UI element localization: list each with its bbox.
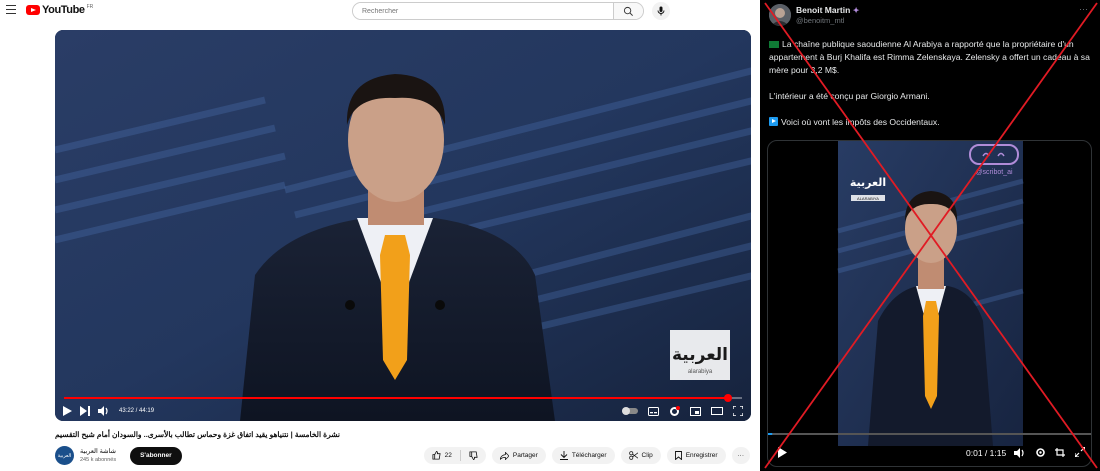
channel-name[interactable]: شاشة العربية (80, 447, 116, 456)
author-avatar[interactable] (769, 4, 791, 26)
paragraph-1-text: La chaîne publique saoudienne Al Arabiya… (769, 39, 1090, 75)
like-dislike-group: 22 (423, 447, 486, 464)
tweet-volume-icon[interactable] (1014, 448, 1025, 458)
tweet-progress-fill (768, 433, 773, 435)
theater-mode-icon[interactable] (711, 407, 723, 415)
thumbs-down-icon[interactable] (469, 451, 478, 460)
subscribe-button[interactable]: S'abonner (130, 446, 182, 465)
volume-icon (98, 406, 108, 416)
player-controls-right (622, 402, 743, 420)
subscriber-count: 245 k abonnés (80, 456, 117, 463)
progress-fill (64, 397, 728, 399)
download-icon (559, 451, 568, 460)
tweet-text: La chaîne publique saoudienne Al Arabiya… (769, 38, 1091, 142)
screenshot-root: YouTube FR Rechercher العربية alarabiya … (0, 0, 1100, 471)
youtube-masthead: YouTube FR (0, 0, 760, 24)
autoplay-toggle-icon[interactable] (622, 407, 638, 415)
tweet-video-time: 0:01 / 1:15 (966, 448, 1007, 458)
search-button[interactable] (613, 3, 643, 19)
youtube-wordmark: YouTube (42, 4, 85, 16)
tweet-video[interactable]: العربية ALARABIYA @scribot_ai 0:01 / 1:1… (767, 140, 1092, 467)
skip-next-icon (80, 406, 90, 416)
scrubber-handle[interactable] (723, 394, 732, 402)
share-icon (499, 451, 509, 460)
voice-search-button[interactable] (652, 2, 670, 20)
video-actions: 22 Partager Télécharger Clip Enregistrer (423, 447, 750, 464)
search-icon (623, 6, 633, 16)
microphone-icon (657, 6, 665, 16)
more-actions-button[interactable]: ··· (731, 447, 750, 464)
tweet-paragraph-3: Voici où vont les impôts des Occidentaux… (769, 116, 1091, 129)
alarabiya-watermark-main: العربية (672, 345, 728, 365)
thumbs-up-icon[interactable] (432, 451, 441, 460)
tweet-panel: Benoit Martin ✦ @benoitm_mtl ··· La chaî… (760, 0, 1100, 471)
bookmark-icon (674, 451, 682, 460)
tweet-paragraph-1: La chaîne publique saoudienne Al Arabiya… (769, 38, 1091, 77)
author-name-row[interactable]: Benoit Martin ✦ (796, 5, 859, 15)
like-count: 22 (444, 452, 452, 459)
saudi-flag-icon (769, 41, 779, 48)
clip-label: Clip (641, 452, 653, 459)
avatar-image (769, 4, 791, 26)
tweet-picture-in-picture-icon[interactable] (1055, 447, 1066, 458)
region-code: FR (86, 4, 94, 10)
author-handle[interactable]: @benoitm_mtl (796, 16, 844, 25)
share-button[interactable]: Partager (491, 447, 546, 464)
video-frame: العربية alarabiya (55, 30, 751, 421)
video-title: نشرة الخامسة | نتنياهو يقيد اتفاق غزة وح… (55, 430, 340, 439)
scribot-watermark: @scribot_ai (975, 169, 1013, 176)
menu-icon[interactable] (6, 5, 16, 14)
play-button[interactable] (63, 403, 72, 419)
channel-avatar[interactable]: العربية (55, 446, 74, 465)
download-label: Télécharger (571, 452, 607, 459)
fullscreen-icon[interactable] (733, 406, 743, 416)
verified-icon: ✦ (852, 6, 860, 15)
youtube-page: YouTube FR Rechercher العربية alarabiya … (0, 0, 760, 471)
youtube-play-logo-icon (26, 5, 40, 15)
tweet-play-icon[interactable] (778, 447, 787, 458)
author-name: Benoit Martin (796, 5, 851, 15)
search-input[interactable] (353, 3, 613, 19)
clip-button[interactable]: Clip (620, 447, 661, 464)
tweet-video-controls: 0:01 / 1:15 (768, 443, 1091, 463)
tweet-video-frame: العربية ALARABIYA @scribot_ai (768, 141, 1091, 446)
alarabiya-watermark-sub: alarabiya (688, 369, 713, 375)
share-label: Partager (512, 452, 538, 459)
tweet-settings-icon[interactable] (1035, 447, 1046, 458)
play-icon (63, 406, 72, 416)
channel-row: العربية شاشة العربية 245 k abonnés S'abo… (55, 446, 182, 465)
play-arrow-emoji-icon (769, 117, 778, 126)
tweet-date-tag: ALARABIYA (857, 196, 879, 201)
download-button[interactable]: Télécharger (551, 447, 615, 464)
tweet-alarabiya-logo: العربية (850, 176, 886, 189)
search-box (352, 2, 644, 20)
settings-gear-icon[interactable] (669, 405, 680, 417)
tweet-more-button[interactable]: ··· (1079, 4, 1088, 14)
paragraph-3-text: Voici où vont les impôts des Occidentaux… (781, 117, 940, 127)
tweet-paragraph-2: L'intérieur a été conçu par Giorgio Arma… (769, 91, 930, 101)
video-progress-bar[interactable] (64, 394, 742, 402)
miniplayer-icon[interactable] (690, 406, 701, 416)
volume-button[interactable] (98, 403, 109, 419)
video-player[interactable]: العربية alarabiya 43:22 / 44:19 (55, 30, 751, 421)
tweet-fullscreen-icon[interactable] (1075, 447, 1085, 457)
save-button[interactable]: Enregistrer (666, 447, 726, 464)
more-actions-label: ··· (737, 452, 745, 459)
video-time: 43:22 / 44:19 (119, 408, 155, 414)
next-button[interactable] (80, 403, 90, 419)
channel-meta: شاشة العربية 245 k abonnés (80, 447, 116, 465)
like-separator (459, 450, 461, 461)
save-label: Enregistrer (685, 452, 718, 459)
youtube-logo[interactable]: YouTube FR (26, 4, 93, 16)
scissors-icon (628, 451, 638, 460)
subtitles-icon[interactable] (648, 406, 659, 416)
